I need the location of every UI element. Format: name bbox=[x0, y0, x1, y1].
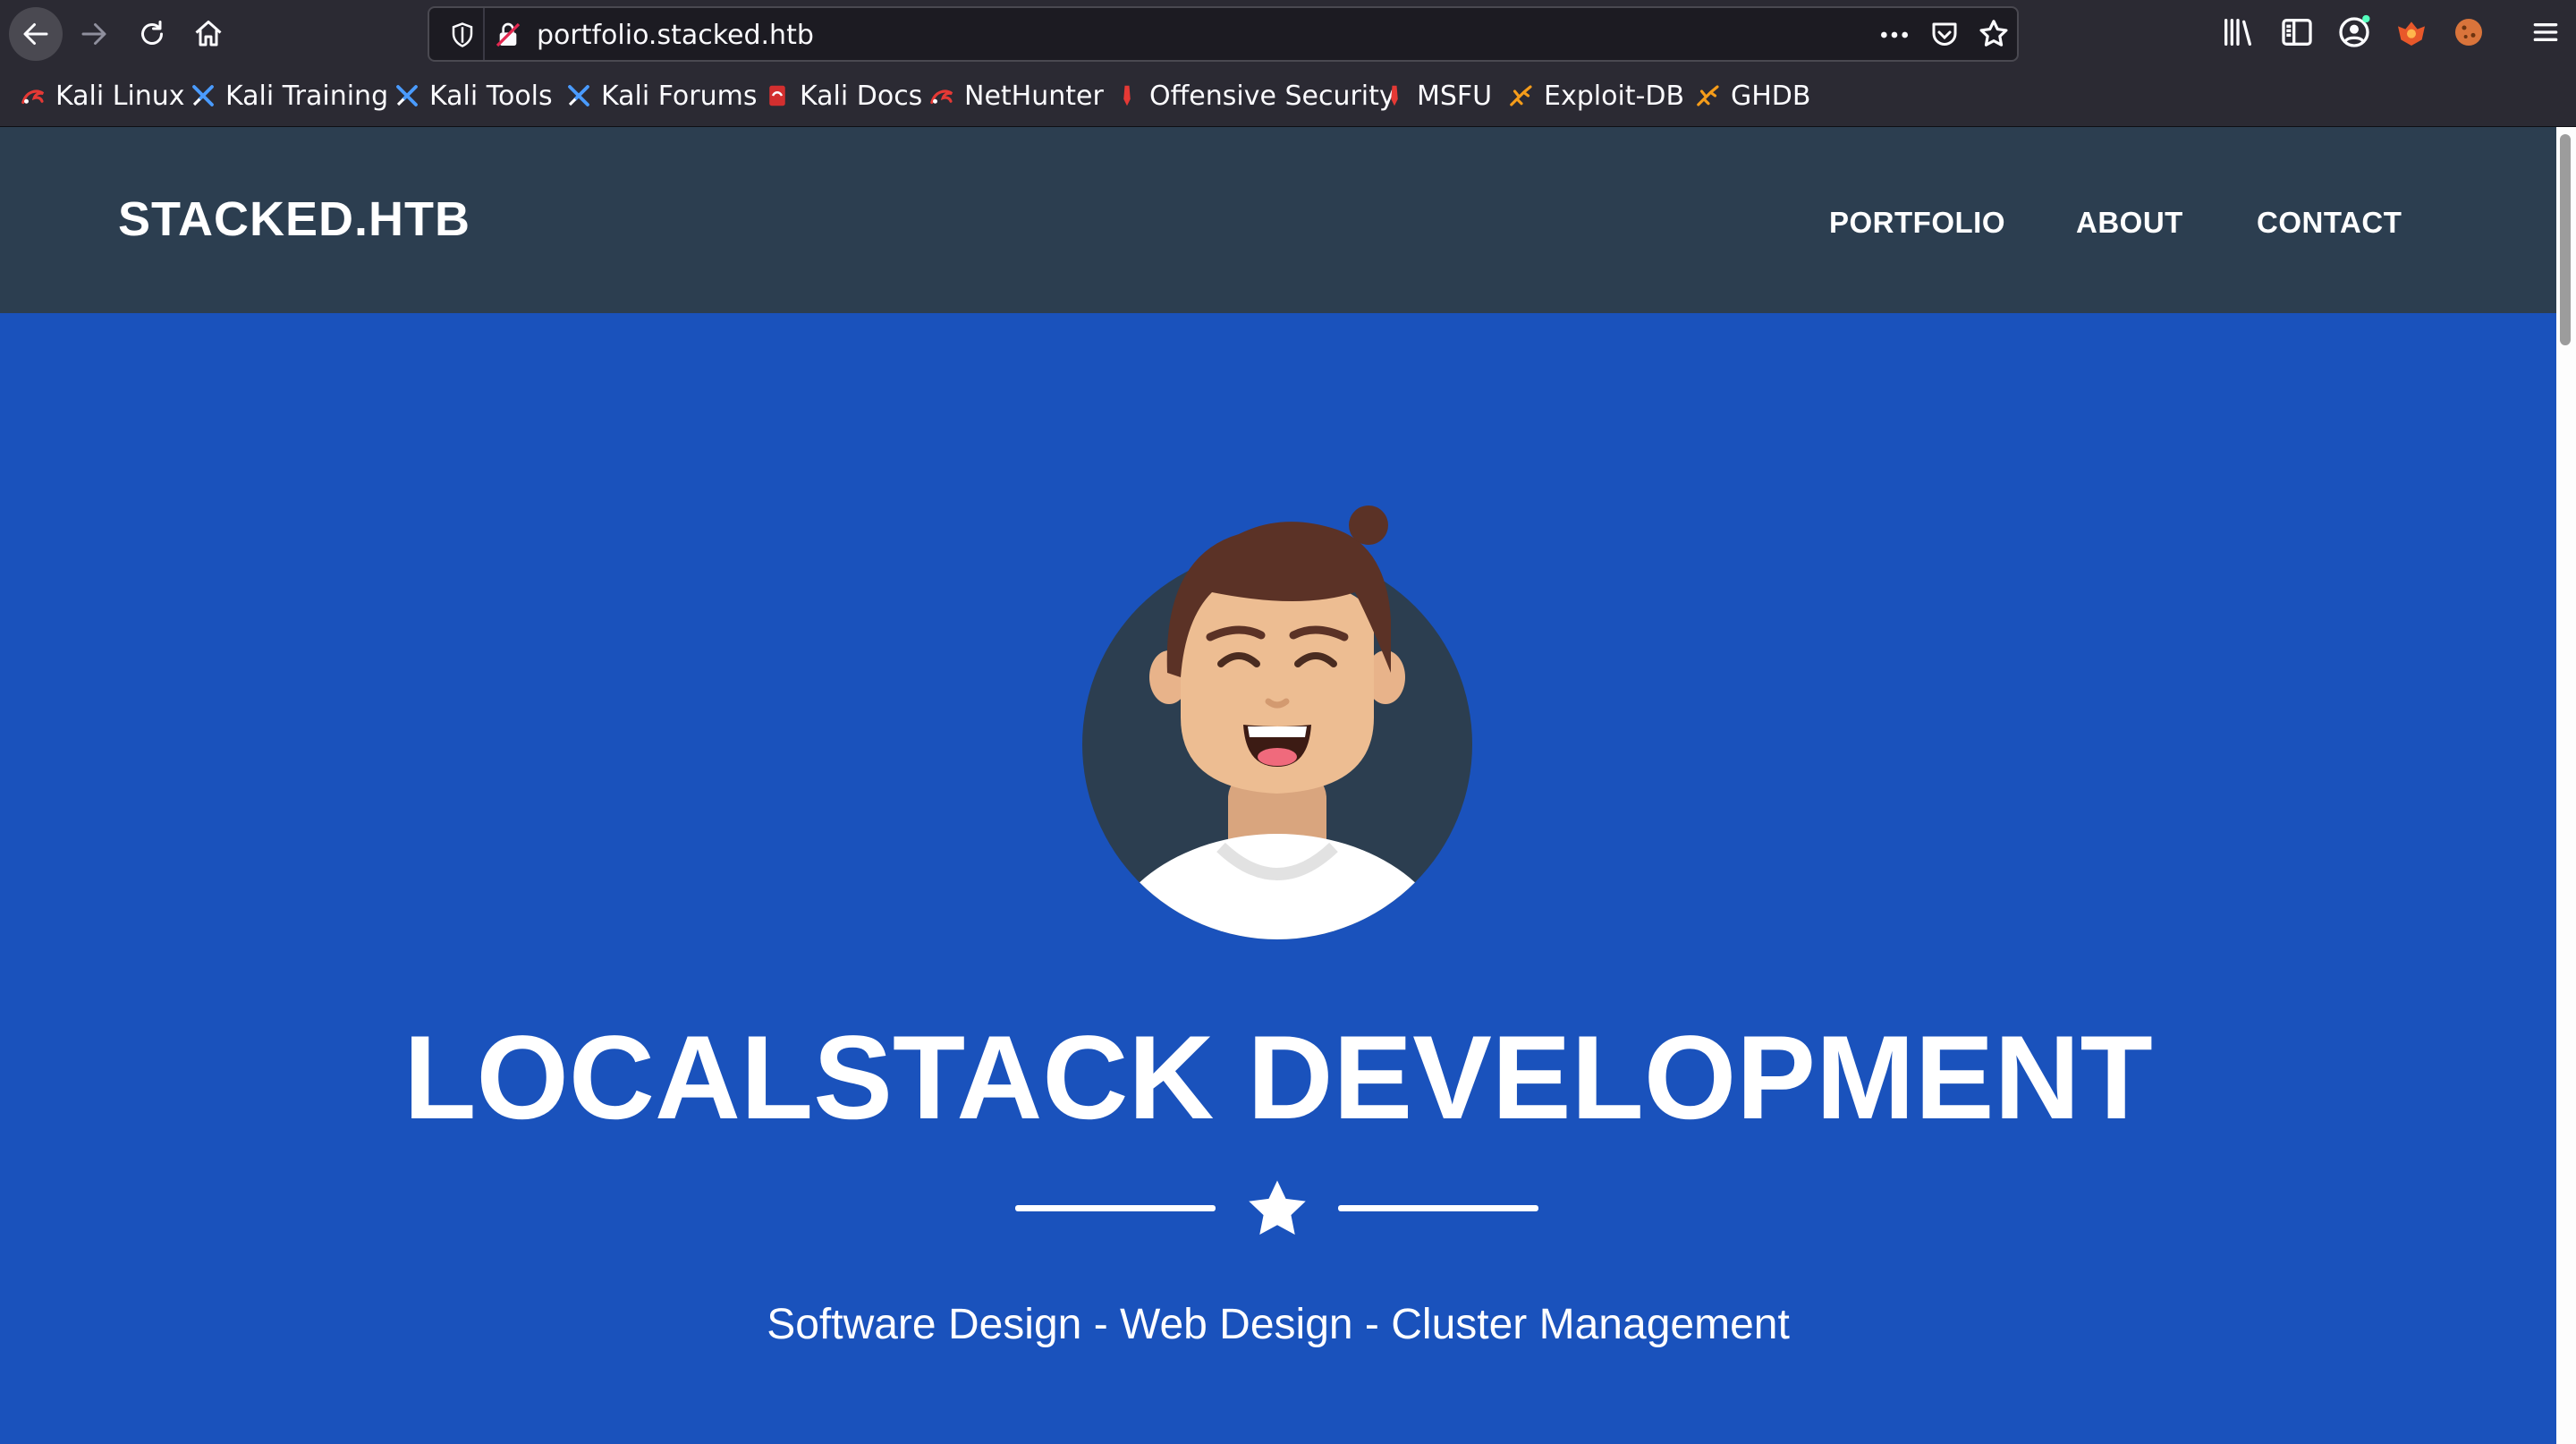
msfu-icon bbox=[1391, 85, 1398, 106]
bookmark-ghdb[interactable]: GHDB bbox=[1695, 78, 1811, 114]
bookmark-label: Kali Docs bbox=[800, 80, 923, 112]
hamburger-menu-icon[interactable] bbox=[2528, 14, 2563, 50]
bookmarks-toolbar: Kali Linux Kali Training Kali Tools Kali… bbox=[0, 67, 2576, 127]
reload-button[interactable] bbox=[125, 7, 179, 61]
masthead: LOCALSTACK DEVELOPMENT Software Design -… bbox=[0, 313, 2556, 1444]
page-subtitle: Software Design - Web Design - Cluster M… bbox=[767, 1301, 1790, 1348]
nav-link-portfolio[interactable]: PORTFOLIO bbox=[1829, 206, 2005, 240]
insecure-lock-icon[interactable] bbox=[494, 21, 522, 49]
kali-tools-icon bbox=[396, 85, 418, 106]
home-button[interactable] bbox=[182, 7, 235, 61]
more-actions-icon[interactable] bbox=[1877, 17, 1912, 53]
bookmark-offensive-security[interactable]: Offensive Security bbox=[1114, 78, 1395, 114]
home-icon bbox=[195, 21, 222, 47]
sidebar-icon[interactable] bbox=[2279, 14, 2315, 50]
forward-button[interactable] bbox=[67, 7, 121, 61]
bookmark-label: Kali Tools bbox=[429, 80, 553, 112]
bookmark-label: Kali Forums bbox=[601, 80, 758, 112]
scrollbar-thumb[interactable] bbox=[2560, 134, 2571, 345]
site-brand-link[interactable]: STACKED.HTB bbox=[118, 191, 470, 247]
site-navbar: STACKED.HTB PORTFOLIO ABOUT CONTACT bbox=[0, 127, 2556, 313]
bookmark-label: Kali Training bbox=[225, 80, 389, 112]
bookmark-msfu[interactable]: MSFU bbox=[1381, 78, 1492, 114]
library-icon[interactable] bbox=[2220, 14, 2256, 50]
url-divider bbox=[483, 8, 485, 60]
address-bar[interactable]: portfolio.stacked.htb bbox=[428, 6, 2019, 62]
arrow-right-icon bbox=[81, 23, 106, 45]
exploitdb-icon bbox=[1510, 85, 1532, 106]
browser-toolbar: portfolio.stacked.htb bbox=[0, 0, 2576, 67]
extension-fox-icon[interactable] bbox=[2394, 14, 2429, 50]
bookmark-label: GHDB bbox=[1731, 80, 1811, 112]
bookmark-kali-forums[interactable]: Kali Forums bbox=[565, 78, 757, 114]
bookmark-exploit-db[interactable]: Exploit-DB bbox=[1508, 78, 1684, 114]
pocket-icon[interactable] bbox=[1928, 19, 1961, 51]
bookmark-nethunter[interactable]: NetHunter bbox=[928, 78, 1104, 114]
avatar-image bbox=[1082, 505, 1472, 939]
arrow-left-icon bbox=[23, 23, 48, 45]
bookmark-star-icon[interactable] bbox=[1977, 17, 2011, 51]
nav-link-contact[interactable]: CONTACT bbox=[2257, 206, 2402, 240]
divider-line-right bbox=[1338, 1205, 1538, 1211]
kali-training-icon bbox=[192, 85, 214, 106]
bookmark-kali-linux[interactable]: Kali Linux bbox=[20, 78, 185, 114]
kali-docs-icon bbox=[769, 85, 785, 106]
page-headline: LOCALSTACK DEVELOPMENT bbox=[403, 1012, 2153, 1144]
page-scrollbar[interactable] bbox=[2556, 127, 2576, 1444]
bookmark-label: MSFU bbox=[1417, 80, 1493, 112]
divider-line-left bbox=[1015, 1205, 1216, 1211]
offsec-icon bbox=[1123, 85, 1131, 106]
bookmark-label: NetHunter bbox=[964, 80, 1104, 112]
bookmark-label: Kali Linux bbox=[55, 80, 185, 112]
bookmark-kali-training[interactable]: Kali Training bbox=[190, 78, 388, 114]
bookmark-label: Exploit-DB bbox=[1544, 80, 1685, 112]
reload-icon bbox=[141, 21, 163, 45]
tracking-shield-icon[interactable] bbox=[449, 21, 476, 48]
extension-cookie-icon[interactable] bbox=[2451, 14, 2487, 50]
bookmark-kali-tools[interactable]: Kali Tools bbox=[394, 78, 553, 114]
account-icon[interactable] bbox=[2336, 14, 2372, 50]
kali-dragon-icon bbox=[21, 89, 45, 105]
back-button[interactable] bbox=[9, 7, 63, 61]
nethunter-icon bbox=[930, 89, 953, 105]
ghdb-icon bbox=[1697, 85, 1719, 106]
url-text[interactable]: portfolio.stacked.htb bbox=[537, 20, 814, 51]
bookmark-label: Offensive Security bbox=[1149, 80, 1395, 112]
nav-link-about[interactable]: ABOUT bbox=[2076, 206, 2183, 240]
bookmark-kali-docs[interactable]: Kali Docs bbox=[764, 78, 922, 114]
kali-forums-icon bbox=[568, 85, 589, 106]
star-icon bbox=[1249, 1180, 1306, 1235]
